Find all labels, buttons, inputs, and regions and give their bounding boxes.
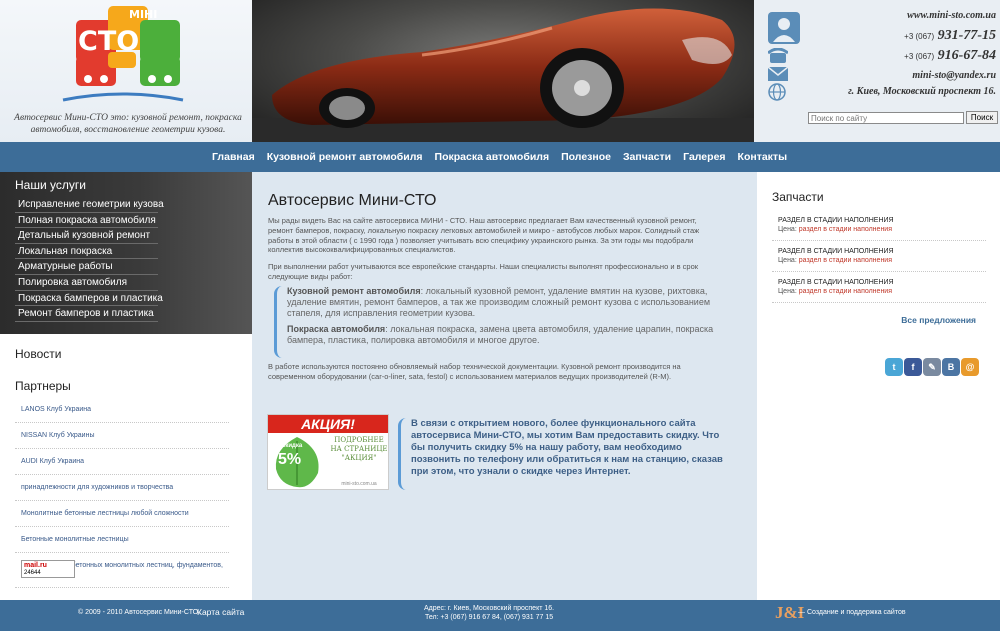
promo-banner-title: АКЦИЯ!	[268, 415, 388, 433]
service-item[interactable]: Арматурные работы	[15, 259, 158, 275]
part-item[interactable]: РАЗДЕЛ В СТАДИИ НАПОЛНЕНИЯ Цена: раздел …	[772, 272, 986, 303]
hero-car-image	[252, 0, 754, 142]
service-item[interactable]: Исправление геометрии кузова	[15, 197, 164, 213]
nav-painting[interactable]: Покраска автомобиля	[435, 142, 550, 172]
promo-banner[interactable]: АКЦИЯ! скидка 5% ПОДРОБНЕЕ НА СТРАНИЦЕ "…	[267, 414, 389, 490]
email-link[interactable]: mini-sto@yandex.ru	[912, 70, 996, 81]
site-tagline: Автосервис Мини-СТО это: кузовной ремонт…	[14, 113, 242, 135]
part-name[interactable]: РАЗДЕЛ В СТАДИИ НАПОЛНЕНИЯ	[778, 247, 980, 256]
header: МІНІ СТО Автосервис Мини-СТО это: кузовн…	[0, 0, 1000, 142]
partner-link[interactable]: принадлежности для художников и творчест…	[15, 475, 229, 501]
promo-site: mini-sto.com.ua	[341, 481, 377, 487]
part-price: Цена: раздел в стадии наполнения	[778, 288, 893, 295]
parts-list: РАЗДЕЛ В СТАДИИ НАПОЛНЕНИЯ Цена: раздел …	[772, 210, 986, 303]
promo-side-text: ПОДРОБНЕЕ НА СТРАНИЦЕ "АКЦИЯ"	[330, 436, 388, 462]
left-sidebar: Наши услуги Исправление геометрии кузова…	[0, 172, 252, 600]
service-item[interactable]: Детальный кузовной ремонт	[15, 228, 158, 244]
user-icon	[768, 12, 800, 49]
sitemap-link[interactable]: Карта сайта	[197, 607, 244, 617]
intro-paragraph-2: При выполнении работ учитываются все евр…	[268, 262, 699, 281]
copyright: © 2009 - 2010 Автосервис Мини-СТО.	[78, 609, 201, 616]
developer-text[interactable]: — Создание и поддержка сайтов	[798, 609, 906, 616]
address: г. Киев, Московский проспект 16.	[848, 86, 996, 97]
service-item[interactable]: Покраска бамперов и пластика	[15, 291, 163, 307]
globe-icon	[768, 83, 786, 106]
services-quote: Кузовной ремонт автомобиля: локальный ку…	[274, 286, 714, 358]
nav-contacts[interactable]: Контакты	[738, 142, 788, 172]
counter-value: 24644	[24, 570, 41, 576]
developer-logo[interactable]: J&I	[775, 603, 804, 625]
body-repair-item: Кузовной ремонт автомобиля: локальный ку…	[287, 286, 711, 318]
facebook-icon[interactable]: f	[904, 358, 922, 376]
site-url[interactable]: www.mini-sto.com.ua	[907, 10, 996, 21]
all-offers-link[interactable]: Все предложения	[901, 315, 976, 325]
nav-gallery[interactable]: Галерея	[683, 142, 725, 172]
nav-parts[interactable]: Запчасти	[623, 142, 671, 172]
main-nav: Главная Кузовной ремонт автомобиля Покра…	[0, 142, 1000, 172]
service-item[interactable]: Локальная покраска	[15, 244, 158, 260]
svg-text:МІНІ: МІНІ	[129, 8, 157, 21]
services-block: Наши услуги Исправление геометрии кузова…	[0, 172, 252, 334]
svg-text:СТО: СТО	[78, 26, 139, 57]
footer-address: Адрес: г. Киев, Московский проспект 16. …	[424, 604, 554, 622]
part-price: Цена: раздел в стадии наполнения	[778, 226, 893, 233]
news-title[interactable]: Новости	[15, 347, 61, 361]
twitter-icon[interactable]: t	[885, 358, 903, 376]
promo-discount-label: скидка	[282, 443, 303, 449]
footer-address-line: Адрес: г. Киев, Московский проспект 16.	[424, 605, 555, 612]
mailru-counter[interactable]: mail.ru 24644	[21, 560, 75, 578]
livejournal-icon[interactable]: ✎	[923, 358, 941, 376]
phone-1: +3 (067) 931-77-15	[904, 28, 996, 43]
part-item[interactable]: РАЗДЕЛ В СТАДИИ НАПОЛНЕНИЯ Цена: раздел …	[772, 210, 986, 241]
phone-icon	[767, 47, 789, 69]
counter-brand: mail.ru	[22, 561, 74, 570]
social-links: t f ✎ В @	[885, 358, 979, 376]
partners-title: Партнеры	[15, 379, 71, 393]
partner-link[interactable]: Монолитные бетонные лестницы любой сложн…	[15, 501, 229, 527]
part-name[interactable]: РАЗДЕЛ В СТАДИИ НАПОЛНЕНИЯ	[778, 216, 980, 225]
service-item[interactable]: Ремонт бамперов и пластика	[15, 306, 158, 322]
part-price: Цена: раздел в стадии наполнения	[778, 257, 893, 264]
service-item[interactable]: Полная покраска автомобиля	[15, 213, 158, 229]
contact-column: www.mini-sto.com.ua +3 (067) 931-77-15 +…	[754, 0, 1000, 142]
logo-area: МІНІ СТО Автосервис Мини-СТО это: кузовн…	[0, 0, 252, 142]
intro-paragraph: Мы рады видеть Вас на сайте автосервиса …	[268, 216, 700, 255]
services-title: Наши услуги	[15, 178, 86, 192]
vkontakte-icon[interactable]: В	[942, 358, 960, 376]
partner-link[interactable]: Бетонные монолитные лестницы	[15, 527, 229, 553]
tech-paragraph: В работе используются постоянно обновляе…	[268, 362, 681, 381]
search-button[interactable]: Поиск	[966, 111, 998, 124]
search-input[interactable]	[808, 112, 964, 124]
service-item[interactable]: Полировка автомобиля	[15, 275, 158, 291]
mailru-icon[interactable]: @	[961, 358, 979, 376]
partner-link[interactable]: LANOS Клуб Украина	[15, 397, 229, 423]
nav-useful[interactable]: Полезное	[561, 142, 611, 172]
main-content: Автосервис Мини-СТО Мы рады видеть Вас н…	[252, 172, 757, 600]
footer-phones: Тел: +3 (067) 916 67 84, (067) 931 77 15	[424, 614, 554, 621]
promo-discount: 5%	[278, 451, 302, 468]
promo-text: В связи с открытием нового, более функци…	[398, 418, 728, 490]
mini-sto-logo[interactable]: МІНІ СТО	[58, 4, 188, 104]
phone-2: +3 (067) 916-67-84	[904, 48, 996, 63]
partner-link[interactable]: NISSAN Клуб Украины	[15, 423, 229, 449]
nav-body-repair[interactable]: Кузовной ремонт автомобиля	[267, 142, 423, 172]
right-sidebar: Запчасти РАЗДЕЛ В СТАДИИ НАПОЛНЕНИЯ Цена…	[757, 172, 1000, 600]
page-title: Автосервис Мини-СТО	[268, 192, 437, 209]
parts-title: Запчасти	[772, 190, 824, 204]
nav-home[interactable]: Главная	[212, 142, 255, 172]
footer: © 2009 - 2010 Автосервис Мини-СТО. Карта…	[0, 600, 1000, 631]
part-item[interactable]: РАЗДЕЛ В СТАДИИ НАПОЛНЕНИЯ Цена: раздел …	[772, 241, 986, 272]
painting-item: Покраска автомобиля: локальная покраска,…	[287, 324, 714, 345]
partner-link[interactable]: AUDI Клуб Украина	[15, 449, 229, 475]
part-name[interactable]: РАЗДЕЛ В СТАДИИ НАПОЛНЕНИЯ	[778, 278, 980, 287]
